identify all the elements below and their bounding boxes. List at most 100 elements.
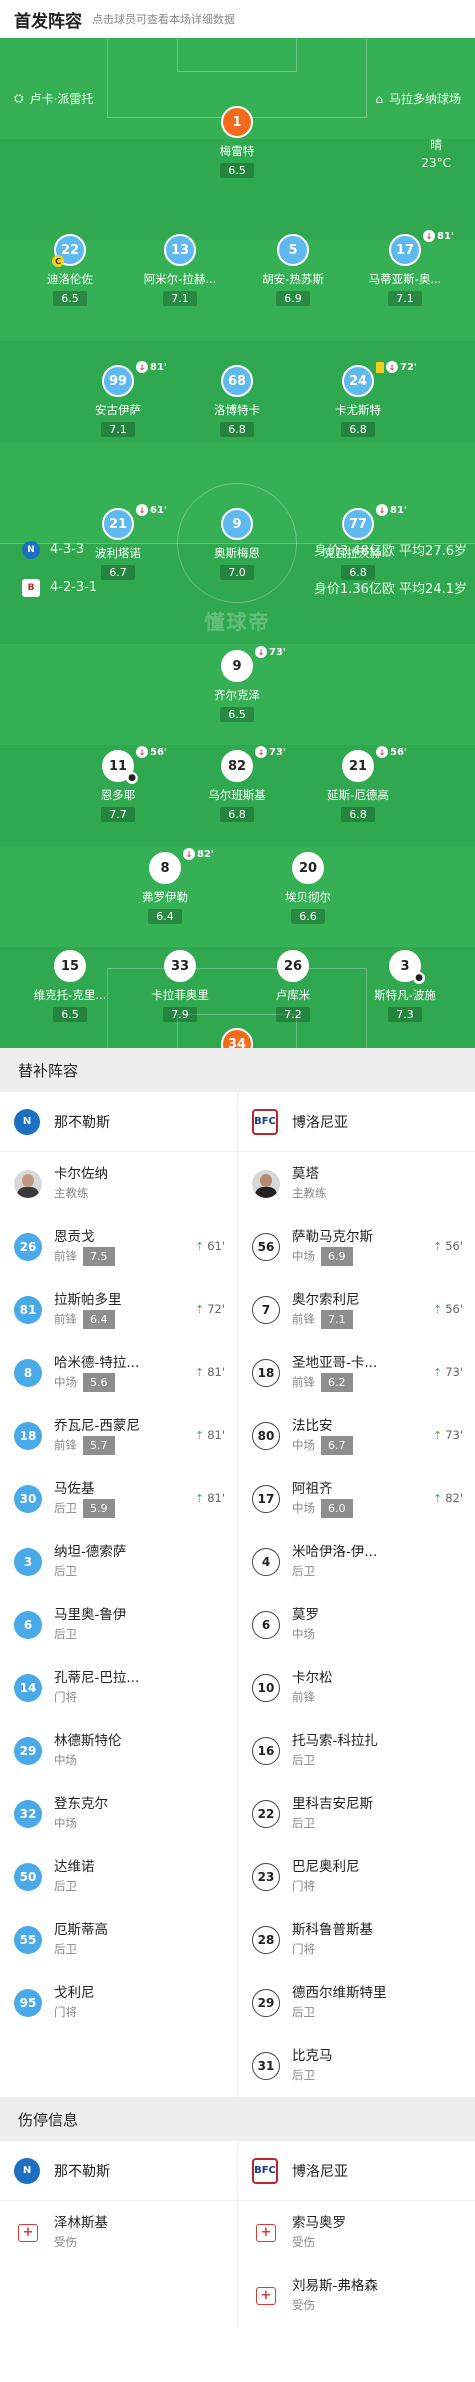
- player-number[interactable]: 24 ↓ 72': [342, 361, 417, 397]
- sub-player-row[interactable]: 29 德西尔维斯特里 后卫: [238, 1971, 475, 2034]
- player-number[interactable]: 8 ↓ 82': [149, 848, 214, 884]
- player-number[interactable]: 77 ↓ 81': [342, 504, 407, 540]
- sub-player-row[interactable]: 10 卡尔松 前锋: [238, 1656, 475, 1719]
- injury-icon: +: [256, 2286, 276, 2305]
- sub-player-row[interactable]: 32 登东克尔 中场: [0, 1782, 237, 1845]
- home-coach-row[interactable]: 卡尔佐纳 主教练: [0, 1152, 237, 1215]
- sub-player-row[interactable]: 26 恩贡戈 前锋 7.5 ⇡ 61': [0, 1215, 237, 1278]
- player-number[interactable]: 99 ↓ 81': [102, 361, 167, 397]
- sub-position-text: 后卫: [54, 1878, 77, 1893]
- player-number[interactable]: 13: [164, 234, 196, 266]
- injury-row[interactable]: + 索马奥罗 受伤: [238, 2201, 475, 2264]
- player-number[interactable]: 11 ↓ 56' ●: [102, 746, 167, 784]
- sub-player-row[interactable]: 17 阿祖齐 中场 6.0 ⇡ 82': [238, 1467, 475, 1530]
- away-player[interactable]: 82 ↓ 73' 乌尔班斯基 6.8: [192, 746, 286, 822]
- away-player[interactable]: 34拉瓦吉亚★ 8.5: [192, 1028, 282, 1048]
- sub-player-row[interactable]: 81 拉斯帕多里 前锋 6.4 ⇡ 72': [0, 1278, 237, 1341]
- sub-player-row[interactable]: 3 纳坦-德索萨 后卫: [0, 1530, 237, 1593]
- home-player[interactable]: 22 C 迪洛伦佐 6.5: [25, 234, 115, 306]
- player-number[interactable]: 26: [277, 950, 309, 982]
- sub-player-row[interactable]: 95 戈利尼 门将: [0, 1971, 237, 2034]
- home-player[interactable]: 24 ↓ 72' 卡尤斯特 6.8: [313, 361, 417, 437]
- home-player[interactable]: 5 胡安-热苏斯 6.9: [248, 234, 338, 306]
- sub-position: 中场: [54, 1751, 122, 1770]
- sub-position-text: 后卫: [54, 1941, 77, 1956]
- sub-player-row[interactable]: 6 莫罗 中场: [238, 1593, 475, 1656]
- player-number[interactable]: 5: [277, 234, 309, 266]
- sub-player-row[interactable]: 18 乔瓦尼-西蒙尼 前锋 5.7 ⇡ 81': [0, 1404, 237, 1467]
- sub-player-row[interactable]: 18 圣地亚哥-卡... 前锋 6.2 ⇡ 73': [238, 1341, 475, 1404]
- home-player[interactable]: 99 ↓ 81' 安古伊萨 7.1: [73, 361, 167, 437]
- injury-row[interactable]: + 泽林斯基 受伤: [0, 2201, 237, 2264]
- injury-icon: +: [256, 2223, 276, 2242]
- away-player[interactable]: 26 卢库米 7.2: [248, 950, 338, 1022]
- sub-in-icon: ⇡: [194, 1428, 205, 1442]
- player-number-text: 8: [160, 860, 170, 876]
- away-player[interactable]: 20 埃贝彻尔 6.6: [263, 852, 353, 924]
- home-player[interactable]: 17 ↓ 81' 马蒂亚斯-奥... 7.1: [360, 230, 454, 306]
- injury-home-team[interactable]: N 那不勒斯: [0, 2141, 237, 2200]
- home-player[interactable]: 9 奥斯梅恩 7.0: [192, 508, 282, 580]
- sub-player-row[interactable]: 16 托马索-科拉扎 后卫: [238, 1719, 475, 1782]
- away-player[interactable]: 9 ↓ 73' 齐尔克泽 6.5: [192, 646, 286, 722]
- away-player[interactable]: 21 ↓ 56' 延斯-厄德高 6.8: [313, 746, 407, 822]
- away-coach-row[interactable]: 莫塔 主教练: [238, 1152, 475, 1215]
- sub-player-row[interactable]: 14 孔蒂尼-巴拉... 门将: [0, 1656, 237, 1719]
- player-name: 乌尔班斯基: [208, 788, 266, 802]
- sub-player-row[interactable]: 22 里科吉安尼斯 后卫: [238, 1782, 475, 1845]
- sub-player-row[interactable]: 8 哈米德-特拉... 中场 5.6 ⇡ 81': [0, 1341, 237, 1404]
- sub-position-text: 后卫: [54, 1626, 77, 1641]
- sub-player-row[interactable]: 80 法比安 中场 6.7 ⇡ 73': [238, 1404, 475, 1467]
- player-number[interactable]: 34: [221, 1028, 253, 1048]
- away-player[interactable]: 11 ↓ 56' ● 恩多耶 7.7: [73, 746, 167, 822]
- away-player[interactable]: 33 卡拉菲奥里 7.9: [135, 950, 225, 1022]
- sub-player-row[interactable]: 28 斯科鲁普斯基 门将: [238, 1908, 475, 1971]
- sub-player-row[interactable]: 4 米哈伊洛-伊... 后卫: [238, 1530, 475, 1593]
- sub-player-row[interactable]: 29 林德斯特伦 中场: [0, 1719, 237, 1782]
- sub-position-text: 后卫: [292, 1815, 315, 1830]
- player-number[interactable]: 9 ↓ 73': [221, 646, 286, 682]
- home-player[interactable]: 21 ↓ 61' 波利塔诺 6.7: [73, 504, 167, 580]
- away-player[interactable]: 15 维克托-克里... 6.5: [25, 950, 115, 1022]
- away-player[interactable]: 3 ● 斯特凡-波施 7.3: [360, 950, 450, 1022]
- sub-player-row[interactable]: 30 马佐基 后卫 5.9 ⇡ 81': [0, 1467, 237, 1530]
- sub-player-row[interactable]: 23 巴尼奥利尼 门将: [238, 1845, 475, 1908]
- subs-home-team[interactable]: N 那不勒斯: [0, 1092, 237, 1151]
- sub-name: 圣地亚哥-卡...: [292, 1354, 378, 1371]
- injury-away-team[interactable]: BFC 博洛尼亚: [237, 2141, 475, 2200]
- player-number[interactable]: 9: [221, 508, 253, 540]
- player-number-text: 33: [170, 958, 190, 974]
- player-number[interactable]: 15: [54, 950, 86, 982]
- subs-away-team[interactable]: BFC 博洛尼亚: [237, 1092, 475, 1151]
- sub-position: 门将: [292, 1877, 360, 1896]
- sub-position: 中场 6.0: [292, 1498, 353, 1518]
- sub-number: 6: [14, 1610, 42, 1639]
- home-player[interactable]: 77 ↓ 81' 克瓦拉茨赫... 6.8: [313, 504, 407, 580]
- player-number[interactable]: 22 C: [52, 234, 86, 267]
- sub-player-row[interactable]: 50 达维诺 后卫: [0, 1845, 237, 1908]
- coach-name: 莫塔: [292, 1165, 319, 1182]
- player-number[interactable]: 3 ●: [389, 950, 425, 984]
- player-number[interactable]: 68: [221, 365, 253, 397]
- sub-name: 厄斯蒂高: [54, 1921, 108, 1938]
- sub-player-row[interactable]: 6 马里奥-鲁伊 后卫: [0, 1593, 237, 1656]
- sub-player-row[interactable]: 55 厄斯蒂高 后卫: [0, 1908, 237, 1971]
- sub-player-row[interactable]: 56 萨勒马克尔斯 中场 6.9 ⇡ 56': [238, 1215, 475, 1278]
- player-number[interactable]: 1: [221, 106, 253, 138]
- home-player[interactable]: 68 洛博特卡 6.8: [192, 365, 282, 437]
- home-player[interactable]: 13 阿米尔-拉赫... 7.1: [135, 234, 225, 306]
- player-number[interactable]: 21 ↓ 61': [102, 504, 167, 540]
- sub-number: 32: [14, 1799, 42, 1828]
- sub-rating: 6.7: [321, 1435, 353, 1455]
- player-number[interactable]: 20: [292, 852, 324, 884]
- home-player[interactable]: 1 梅雷特 6.5: [192, 106, 282, 178]
- player-number[interactable]: 21 ↓ 56': [342, 746, 407, 782]
- player-number[interactable]: 33: [164, 950, 196, 982]
- away-player[interactable]: 8 ↓ 82' 弗罗伊勒 6.4: [120, 848, 214, 924]
- sub-rating: 5.6: [83, 1372, 115, 1392]
- injury-row[interactable]: + 刘易斯-弗格森 受伤: [238, 2264, 475, 2327]
- player-number[interactable]: 82 ↓ 73': [221, 746, 286, 782]
- sub-player-row[interactable]: 31 比克马 后卫: [238, 2034, 475, 2097]
- player-number[interactable]: 17 ↓ 81': [389, 230, 454, 266]
- sub-player-row[interactable]: 7 奥尔索利尼 前锋 7.1 ⇡ 56': [238, 1278, 475, 1341]
